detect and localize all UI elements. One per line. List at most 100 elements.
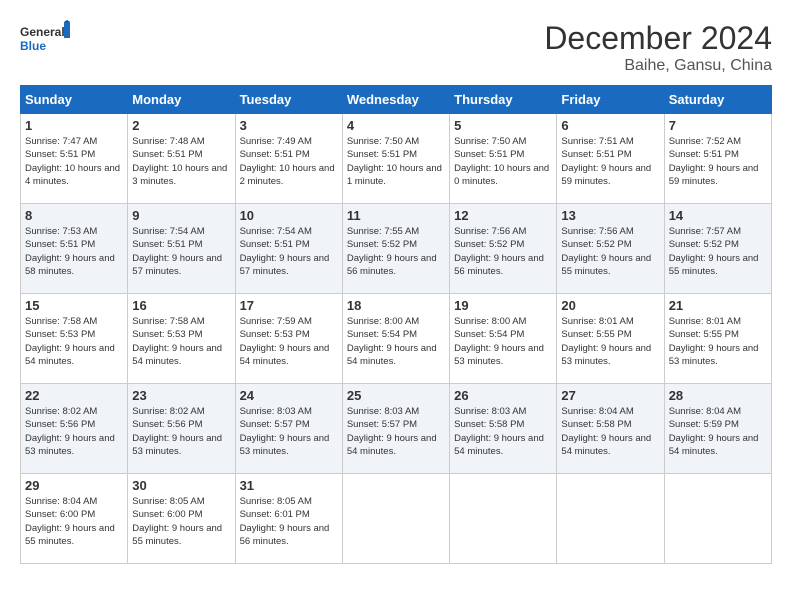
day-number: 31 [240, 478, 338, 493]
day-number: 24 [240, 388, 338, 403]
day-number: 21 [669, 298, 767, 313]
day-number: 16 [132, 298, 230, 313]
calendar-cell: 29Sunrise: 8:04 AMSunset: 6:00 PMDayligh… [21, 474, 128, 564]
calendar-cell: 4Sunrise: 7:50 AMSunset: 5:51 PMDaylight… [342, 114, 449, 204]
calendar-week-row: 8 Sunrise: 7:53 AMSunset: 5:51 PMDaylight… [21, 204, 772, 294]
calendar-cell: 3 Sunrise: 7:49 AMSunset: 5:51 PMDaylight… [235, 114, 342, 204]
cell-info: Sunrise: 7:55 AMSunset: 5:52 PMDaylight:… [347, 225, 445, 278]
cell-info: Sunrise: 7:59 AMSunset: 5:53 PMDaylight:… [240, 315, 338, 368]
weekday-header-row: SundayMondayTuesdayWednesdayThursdayFrid… [21, 86, 772, 114]
calendar-cell [557, 474, 664, 564]
weekday-header-sunday: Sunday [21, 86, 128, 114]
calendar-cell: 12 Sunrise: 7:56 AMSunset: 5:52 PMDayligh… [450, 204, 557, 294]
cell-info: Sunrise: 7:47 AMSunset: 5:51 PMDaylight:… [25, 135, 123, 188]
cell-info: Sunrise: 7:58 AMSunset: 5:53 PMDaylight:… [25, 315, 123, 368]
calendar-week-row: 1 Sunrise: 7:47 AMSunset: 5:51 PMDaylight… [21, 114, 772, 204]
cell-info: Sunrise: 8:01 AMSunset: 5:55 PMDaylight:… [669, 315, 767, 368]
cell-info: Sunrise: 7:50 AMSunset: 5:51 PMDaylight:… [347, 135, 445, 188]
cell-info: Sunrise: 8:02 AMSunset: 5:56 PMDaylight:… [132, 405, 230, 458]
calendar-cell: 13 Sunrise: 7:56 AMSunset: 5:52 PMDayligh… [557, 204, 664, 294]
calendar-table: SundayMondayTuesdayWednesdayThursdayFrid… [20, 85, 772, 564]
day-number: 14 [669, 208, 767, 223]
calendar-week-row: 22Sunrise: 8:02 AMSunset: 5:56 PMDayligh… [21, 384, 772, 474]
day-number: 6 [561, 118, 659, 133]
weekday-header-wednesday: Wednesday [342, 86, 449, 114]
day-number: 27 [561, 388, 659, 403]
day-number: 1 [25, 118, 123, 133]
calendar-cell: 2 Sunrise: 7:48 AMSunset: 5:51 PMDaylight… [128, 114, 235, 204]
day-number: 8 [25, 208, 123, 223]
calendar-cell: 1 Sunrise: 7:47 AMSunset: 5:51 PMDaylight… [21, 114, 128, 204]
calendar-cell: 24 Sunrise: 8:03 AMSunset: 5:57 PMDayligh… [235, 384, 342, 474]
cell-info: Sunrise: 8:05 AMSunset: 6:00 PMDaylight:… [132, 495, 230, 548]
cell-info: Sunrise: 8:03 AMSunset: 5:58 PMDaylight:… [454, 405, 552, 458]
title-block: December 2024 Baihe, Gansu, China [544, 20, 772, 75]
cell-info: Sunrise: 7:57 AMSunset: 5:52 PMDaylight:… [669, 225, 767, 278]
calendar-cell: 23 Sunrise: 8:02 AMSunset: 5:56 PMDayligh… [128, 384, 235, 474]
weekday-header-saturday: Saturday [664, 86, 771, 114]
day-number: 10 [240, 208, 338, 223]
day-number: 2 [132, 118, 230, 133]
calendar-cell: 30 Sunrise: 8:05 AMSunset: 6:00 PMDayligh… [128, 474, 235, 564]
calendar-cell: 28 Sunrise: 8:04 AMSunset: 5:59 PMDayligh… [664, 384, 771, 474]
cell-info: Sunrise: 7:54 AMSunset: 5:51 PMDaylight:… [240, 225, 338, 278]
calendar-cell: 18Sunrise: 8:00 AMSunset: 5:54 PMDayligh… [342, 294, 449, 384]
calendar-cell: 10 Sunrise: 7:54 AMSunset: 5:51 PMDayligh… [235, 204, 342, 294]
month-title: December 2024 [544, 20, 772, 57]
weekday-header-friday: Friday [557, 86, 664, 114]
day-number: 28 [669, 388, 767, 403]
day-number: 20 [561, 298, 659, 313]
calendar-cell: 22Sunrise: 8:02 AMSunset: 5:56 PMDayligh… [21, 384, 128, 474]
calendar-cell: 25Sunrise: 8:03 AMSunset: 5:57 PMDayligh… [342, 384, 449, 474]
calendar-cell: 26Sunrise: 8:03 AMSunset: 5:58 PMDayligh… [450, 384, 557, 474]
calendar-cell: 31 Sunrise: 8:05 AMSunset: 6:01 PMDayligh… [235, 474, 342, 564]
cell-info: Sunrise: 7:58 AMSunset: 5:53 PMDaylight:… [132, 315, 230, 368]
day-number: 29 [25, 478, 123, 493]
day-number: 18 [347, 298, 445, 313]
calendar-cell: 8 Sunrise: 7:53 AMSunset: 5:51 PMDaylight… [21, 204, 128, 294]
cell-info: Sunrise: 7:53 AMSunset: 5:51 PMDaylight:… [25, 225, 123, 278]
cell-info: Sunrise: 7:56 AMSunset: 5:52 PMDaylight:… [561, 225, 659, 278]
calendar-cell: 21 Sunrise: 8:01 AMSunset: 5:55 PMDayligh… [664, 294, 771, 384]
day-number: 15 [25, 298, 123, 313]
day-number: 7 [669, 118, 767, 133]
day-number: 11 [347, 208, 445, 223]
calendar-cell: 20 Sunrise: 8:01 AMSunset: 5:55 PMDayligh… [557, 294, 664, 384]
cell-info: Sunrise: 7:48 AMSunset: 5:51 PMDaylight:… [132, 135, 230, 188]
day-number: 13 [561, 208, 659, 223]
calendar-cell: 7Sunrise: 7:52 AMSunset: 5:51 PMDaylight… [664, 114, 771, 204]
calendar-cell: 19 Sunrise: 8:00 AMSunset: 5:54 PMDayligh… [450, 294, 557, 384]
calendar-cell: 14 Sunrise: 7:57 AMSunset: 5:52 PMDayligh… [664, 204, 771, 294]
calendar-cell: 9 Sunrise: 7:54 AMSunset: 5:51 PMDaylight… [128, 204, 235, 294]
calendar-cell: 6 Sunrise: 7:51 AMSunset: 5:51 PMDaylight… [557, 114, 664, 204]
logo: General Blue [20, 20, 70, 65]
calendar-week-row: 29Sunrise: 8:04 AMSunset: 6:00 PMDayligh… [21, 474, 772, 564]
cell-info: Sunrise: 8:04 AMSunset: 5:59 PMDaylight:… [669, 405, 767, 458]
day-number: 9 [132, 208, 230, 223]
weekday-header-thursday: Thursday [450, 86, 557, 114]
cell-info: Sunrise: 7:54 AMSunset: 5:51 PMDaylight:… [132, 225, 230, 278]
cell-info: Sunrise: 8:00 AMSunset: 5:54 PMDaylight:… [454, 315, 552, 368]
day-number: 12 [454, 208, 552, 223]
cell-info: Sunrise: 8:05 AMSunset: 6:01 PMDaylight:… [240, 495, 338, 548]
cell-info: Sunrise: 7:49 AMSunset: 5:51 PMDaylight:… [240, 135, 338, 188]
calendar-cell: 5Sunrise: 7:50 AMSunset: 5:51 PMDaylight… [450, 114, 557, 204]
logo-svg: General Blue [20, 20, 70, 65]
day-number: 30 [132, 478, 230, 493]
location-subtitle: Baihe, Gansu, China [544, 57, 772, 75]
calendar-cell: 16 Sunrise: 7:58 AMSunset: 5:53 PMDayligh… [128, 294, 235, 384]
weekday-header-tuesday: Tuesday [235, 86, 342, 114]
calendar-cell: 17 Sunrise: 7:59 AMSunset: 5:53 PMDayligh… [235, 294, 342, 384]
day-number: 17 [240, 298, 338, 313]
cell-info: Sunrise: 8:03 AMSunset: 5:57 PMDaylight:… [347, 405, 445, 458]
day-number: 23 [132, 388, 230, 403]
day-number: 19 [454, 298, 552, 313]
calendar-cell [450, 474, 557, 564]
cell-info: Sunrise: 7:51 AMSunset: 5:51 PMDaylight:… [561, 135, 659, 188]
cell-info: Sunrise: 8:03 AMSunset: 5:57 PMDaylight:… [240, 405, 338, 458]
calendar-week-row: 15 Sunrise: 7:58 AMSunset: 5:53 PMDayligh… [21, 294, 772, 384]
day-number: 3 [240, 118, 338, 133]
cell-info: Sunrise: 7:56 AMSunset: 5:52 PMDaylight:… [454, 225, 552, 278]
calendar-cell [342, 474, 449, 564]
cell-info: Sunrise: 8:01 AMSunset: 5:55 PMDaylight:… [561, 315, 659, 368]
